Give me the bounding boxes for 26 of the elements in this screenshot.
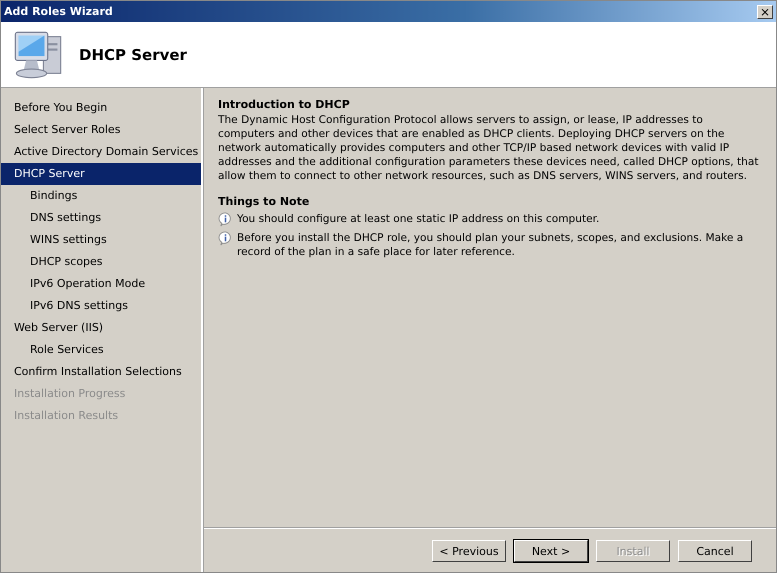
- info-icon: [218, 231, 233, 246]
- wizard-button[interactable]: Next >: [514, 540, 588, 562]
- step-item[interactable]: Before You Begin: [1, 97, 201, 119]
- step-item[interactable]: Web Server (IIS): [1, 317, 201, 339]
- section-heading: Things to Note: [218, 195, 310, 208]
- step-item[interactable]: Select Server Roles: [1, 119, 201, 141]
- note-text: You should configure at least one static IP address on this computer.: [237, 212, 600, 226]
- step-item[interactable]: IPv6 Operation Mode: [1, 273, 201, 295]
- window-title: Add Roles Wizard: [4, 5, 113, 18]
- step-item[interactable]: DHCP scopes: [1, 251, 201, 273]
- wizard-button[interactable]: < Previous: [432, 540, 506, 562]
- section-heading: Introduction to DHCP: [218, 98, 351, 111]
- step-item[interactable]: WINS settings: [1, 229, 201, 251]
- step-item[interactable]: IPv6 DNS settings: [1, 295, 201, 317]
- step-item[interactable]: Confirm Installation Selections: [1, 361, 201, 383]
- wizard-button[interactable]: Cancel: [678, 540, 752, 562]
- step-item[interactable]: Role Services: [1, 339, 201, 361]
- step-item[interactable]: DNS settings: [1, 207, 201, 229]
- note-text: Before you install the DHCP role, you should plan your subnets, scopes, and exclusions. Make a record of the plan in a safe place for later reference.: [237, 231, 744, 259]
- step-item[interactable]: DHCP Server: [1, 163, 201, 185]
- info-icon: [218, 212, 233, 227]
- close-button[interactable]: ×: [757, 4, 773, 18]
- step-item[interactable]: Active Directory Domain Services: [1, 141, 201, 163]
- intro-paragraph: The Dynamic Host Configuration Protocol allows servers to assign, or lease, IP addresses to computers and other devices that are enabled as DHCP clients. Deploying DHCP servers on the network automatically provides computers and other TCP/IP based network devices with valid IP addresses and the additional configuration parameters these devices need, called DHCP options, that allow them to connect to other network resources, such as DNS servers, WINS servers, and routers.: [218, 113, 760, 183]
- page-title: DHCP Server: [79, 46, 187, 64]
- step-item[interactable]: Bindings: [1, 185, 201, 207]
